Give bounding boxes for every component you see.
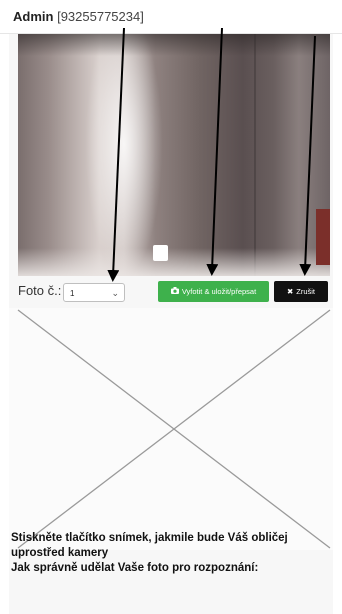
floor-light bbox=[18, 248, 330, 276]
foto-number-value: 1 bbox=[70, 289, 75, 298]
capture-save-button[interactable]: Vyfotit & uložit/přepsat bbox=[158, 281, 269, 302]
door bbox=[316, 209, 330, 265]
chevron-down-icon: ⌄ bbox=[111, 288, 119, 298]
user-name: Admin bbox=[13, 9, 54, 24]
instructions-line-1: Stiskněte tlačítko snímek, jakmile bude … bbox=[11, 532, 288, 559]
ceiling-shade bbox=[18, 34, 330, 56]
foto-number-select[interactable]: 1 ⌄ bbox=[63, 283, 125, 302]
cancel-button[interactable]: ✖ Zrušit bbox=[274, 281, 328, 302]
camera-preview bbox=[18, 34, 330, 276]
close-icon: ✖ bbox=[286, 287, 294, 296]
wall-corner bbox=[254, 34, 256, 276]
cancel-label: Zrušit bbox=[296, 287, 316, 296]
capture-save-label: Vyfotit & uložit/přepsat bbox=[181, 287, 257, 296]
light-fixture bbox=[153, 245, 168, 261]
camera-icon bbox=[170, 281, 179, 302]
instructions-line-2: Jak správně udělat Vaše foto pro rozpozn… bbox=[11, 562, 259, 574]
empty-image-cross bbox=[17, 309, 331, 549]
foto-number-label: Foto č.: bbox=[18, 283, 62, 298]
page-header: Admin [93255775234] bbox=[0, 0, 342, 34]
photo-panel: Foto č.: 1 ⌄ Vyfotit & uložit/přepsat ✖ Z… bbox=[9, 34, 333, 614]
photo-placeholder bbox=[9, 308, 333, 550]
photo-controls: Foto č.: 1 ⌄ Vyfotit & uložit/přepsat ✖ Z… bbox=[9, 281, 333, 303]
user-id: [93255775234] bbox=[57, 9, 144, 24]
instructions: Stiskněte tlačítko snímek, jakmile bude … bbox=[0, 531, 330, 576]
